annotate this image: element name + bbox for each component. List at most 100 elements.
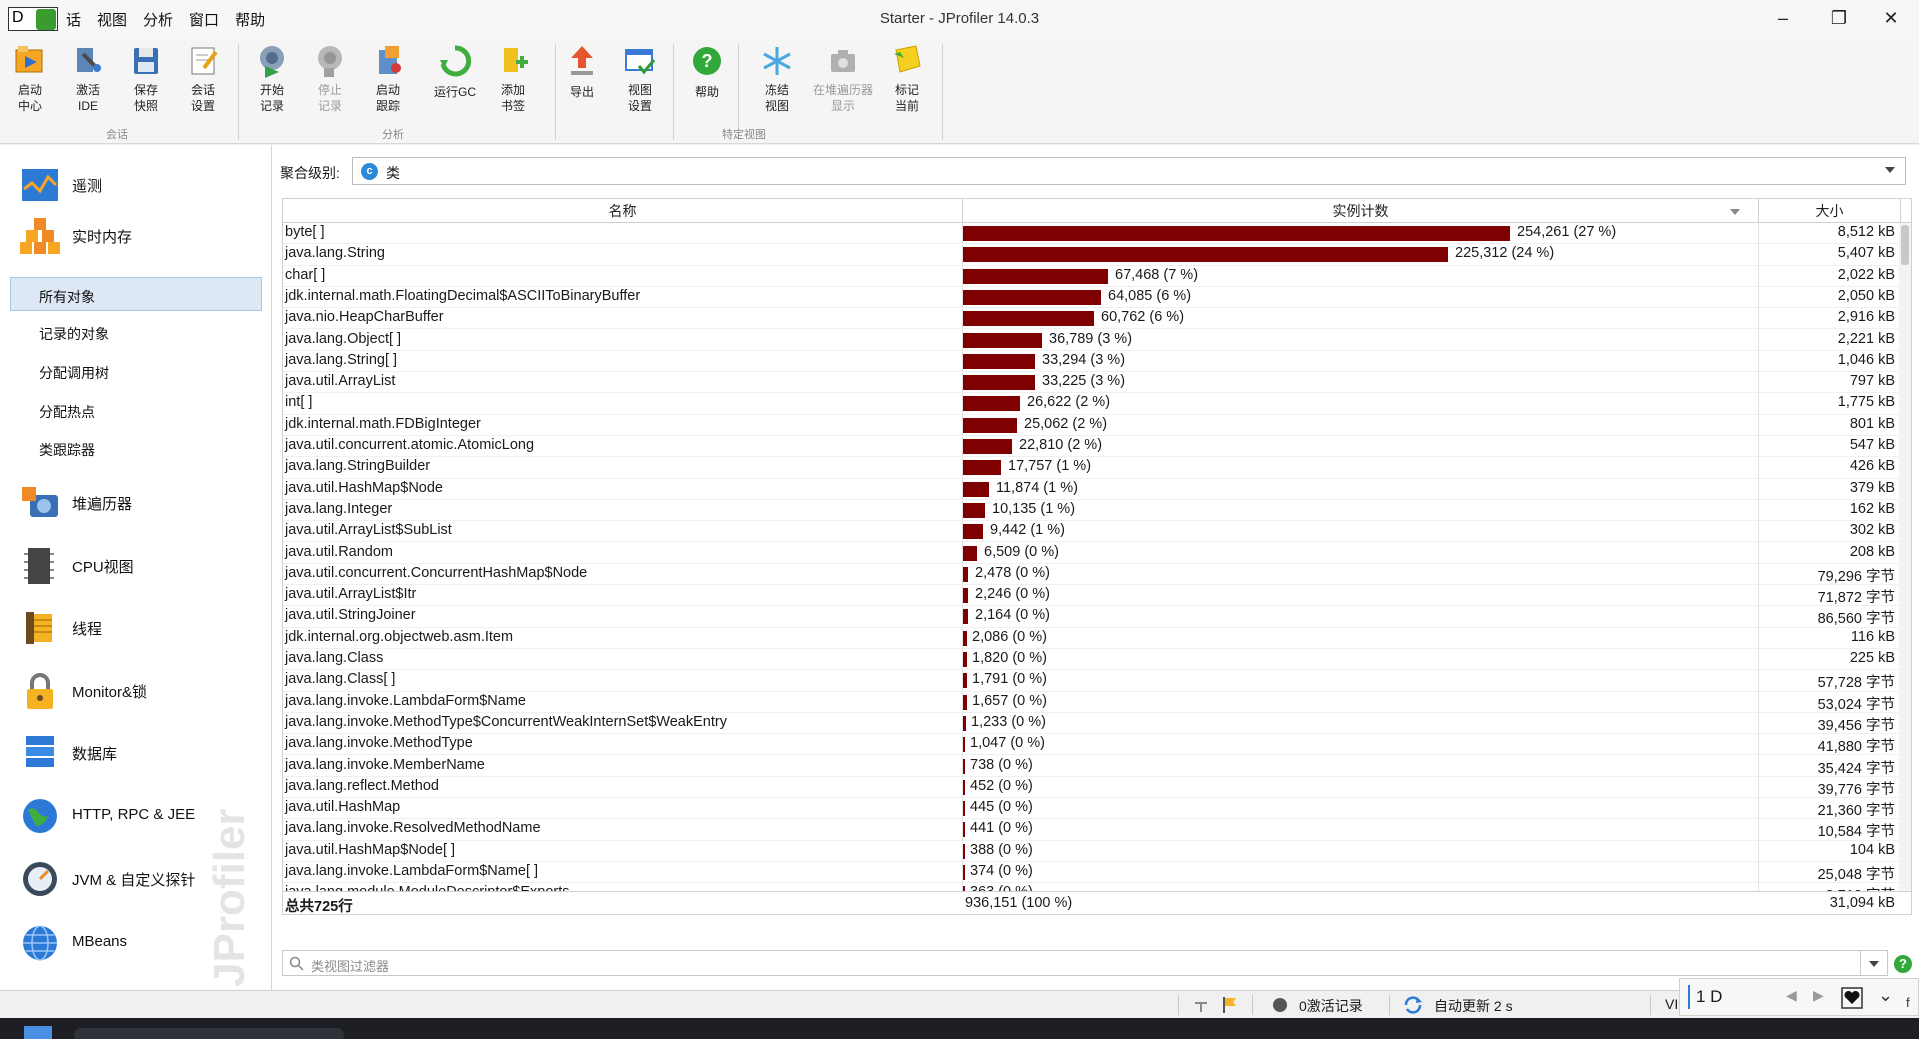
class-name-cell: jdk.internal.math.FloatingDecimal$ASCIIT… [285, 287, 641, 304]
activate-ide-button[interactable]: 激活 IDE [61, 44, 115, 114]
table-row[interactable]: jdk.internal.math.FloatingDecimal$ASCIIT… [283, 287, 1901, 309]
table-row[interactable]: java.util.StringJoiner 2,164 (0 %) 86,560 … [283, 606, 1901, 628]
table-row[interactable]: java.util.HashMap 445 (0 %) 21,360 字节 [283, 798, 1901, 820]
session-settings-button[interactable]: 会话 设置 [176, 44, 230, 114]
run-gc-button[interactable]: 运行GC [428, 44, 482, 100]
sidebar-item-telemetry[interactable]: 遥测 [0, 157, 271, 213]
add-bookmark-button[interactable]: 添加 书签 [486, 44, 540, 114]
scrollbar-thumb[interactable] [1901, 225, 1909, 265]
class-filter-input[interactable]: 类视图过滤器 [282, 950, 1888, 976]
maximize-button[interactable]: ❐ [1811, 0, 1867, 38]
lock-icon [20, 671, 60, 711]
table-row[interactable]: java.lang.invoke.LambdaForm$Name 1,657 (0… [283, 692, 1901, 713]
table-row[interactable]: java.lang.StringBuilder 17,757 (1 %) 426 k… [283, 457, 1901, 479]
column-header-name[interactable]: 名称 [283, 199, 963, 223]
table-row[interactable]: int[ ] 26,622 (2 %) 1,775 kB [283, 393, 1901, 415]
sidebar-item-allocation-hotspots[interactable]: 分配热点 [10, 393, 262, 427]
table-row[interactable]: jdk.internal.org.objectweb.asm.Item 2,086… [283, 628, 1901, 649]
flag-icon[interactable] [1222, 996, 1238, 1014]
table-row[interactable]: java.util.HashMap$Node[ ] 388 (0 %) 104 kB [283, 841, 1901, 862]
table-row[interactable]: java.lang.invoke.MethodType$ConcurrentWe… [283, 713, 1901, 735]
help-button[interactable]: ? 帮助 [680, 44, 734, 100]
chevron-down-icon[interactable]: ⌄ [1878, 985, 1893, 1006]
table-row[interactable]: java.lang.String[ ] 33,294 (3 %) 1,046 kB [283, 351, 1901, 373]
class-name-cell: java.lang.String [285, 245, 385, 262]
pin-icon[interactable] [1193, 997, 1209, 1013]
sidebar-item-live-memory[interactable]: 实时内存 [0, 208, 271, 264]
table-row[interactable]: jdk.internal.math.FDBigInteger 25,062 (2 … [283, 415, 1901, 436]
widget-suffix: f [1906, 995, 1910, 1010]
stop-recording-button[interactable]: 停止 记录 [303, 44, 357, 114]
sidebar-item-all-objects[interactable]: 所有对象 [10, 277, 262, 311]
chevron-left-icon[interactable]: ◀ [1786, 987, 1797, 1004]
group-label-analysis: 分析 [382, 129, 404, 141]
start-center-button[interactable]: 启动 中心 [3, 44, 57, 114]
instance-count-cell: 1,657 (0 %) [972, 692, 1047, 709]
taskbar-search[interactable] [74, 1028, 344, 1039]
table-row[interactable]: java.lang.String 225,312 (24 %) 5,407 kB [283, 244, 1901, 266]
table-row[interactable]: java.lang.invoke.LambdaForm$Name[ ] 374 (… [283, 862, 1901, 884]
sidebar-item-monitors-locks[interactable]: Monitor&锁 [0, 663, 271, 719]
table-row[interactable]: java.util.HashMap$Node 11,874 (1 %) 379 kB [283, 479, 1901, 500]
table-row[interactable]: java.util.concurrent.atomic.AtomicLong 22… [283, 436, 1901, 458]
vertical-scrollbar[interactable] [1899, 223, 1911, 891]
view-settings-button[interactable]: 视图 设置 [613, 44, 667, 114]
size-cell: 379 kB [1849, 479, 1895, 496]
table-row[interactable]: java.util.ArrayList$SubList 9,442 (1 %) 30… [283, 521, 1901, 543]
windows-start-icon[interactable] [24, 1026, 52, 1039]
floating-widget[interactable]: 1 D ◀ ▶ ⌄ f [1679, 978, 1919, 1016]
table-row[interactable]: java.nio.HeapCharBuffer 60,762 (6 %) 2,916… [283, 308, 1901, 330]
freeze-view-button[interactable]: 冻结 视图 [750, 44, 804, 114]
sidebar-item-recorded-objects[interactable]: 记录的对象 [10, 315, 262, 349]
start-recording-icon [255, 44, 289, 78]
table-row[interactable]: java.lang.Class[ ] 1,791 (0 %) 57,728 字节 [283, 670, 1901, 692]
help-icon[interactable]: ? [1894, 955, 1912, 973]
sidebar-item-threads[interactable]: 线程 [0, 600, 271, 656]
chevron-right-icon[interactable]: ▶ [1813, 987, 1824, 1004]
aggregation-level-select[interactable]: c 类 [352, 157, 1906, 185]
column-header-instance-count[interactable]: 实例计数 [963, 199, 1759, 223]
mark-current-button[interactable]: 标记 当前 [880, 44, 934, 114]
column-header-size[interactable]: 大小 [1759, 199, 1901, 223]
class-name-cell: java.lang.invoke.MemberName [285, 756, 485, 773]
table-row[interactable]: java.util.ArrayList$Itr 2,246 (0 %) 71,872… [283, 585, 1901, 607]
table-row[interactable]: java.lang.Class 1,820 (0 %) 225 kB [283, 649, 1901, 671]
table-row[interactable]: java.lang.Object[ ] 36,789 (3 %) 2,221 kB [283, 330, 1901, 351]
auto-update-text[interactable]: 自动更新 2 s [1434, 996, 1513, 1016]
class-name-cell: java.lang.Class [285, 650, 384, 666]
inactive-recordings-text[interactable]: 0激活记录 [1299, 996, 1363, 1016]
table-row[interactable]: java.lang.Integer 10,135 (1 %) 162 kB [283, 500, 1901, 522]
table-row[interactable]: java.util.ArrayList 33,225 (3 %) 797 kB [283, 372, 1901, 394]
instance-count-bar [963, 353, 1035, 369]
table-row[interactable]: java.lang.invoke.MemberName 738 (0 %) 35,4… [283, 756, 1901, 777]
show-in-heap-walker-button[interactable]: 在堆遍历器 显示 [808, 44, 878, 114]
sidebar-item-class-tracker[interactable]: 类跟踪器 [10, 431, 262, 465]
start-recording-button[interactable]: 开始 记录 [245, 44, 299, 114]
size-cell: 426 kB [1849, 458, 1895, 475]
sidebar-item-cpu-views[interactable]: CPU视图 [0, 538, 271, 594]
gc-icon [438, 44, 472, 78]
table-row[interactable]: java.lang.module.ModuleDescriptor$Export… [283, 883, 1901, 891]
table-row[interactable]: java.util.concurrent.ConcurrentHashMap$N… [283, 564, 1901, 586]
minimize-button[interactable]: – [1755, 0, 1811, 38]
telemetry-icon [20, 165, 60, 205]
table-row[interactable]: java.lang.invoke.ResolvedMethodName 441 (… [283, 819, 1901, 841]
table-row[interactable]: char[ ] 67,468 (7 %) 2,022 kB [283, 266, 1901, 287]
auto-update-icon[interactable] [1402, 995, 1424, 1015]
heart-icon[interactable] [1841, 987, 1863, 1009]
table-row[interactable]: java.lang.reflect.Method 452 (0 %) 39,776 … [283, 777, 1901, 799]
sidebar-item-allocation-call-tree[interactable]: 分配调用树 [10, 354, 262, 388]
class-name-cell: jdk.internal.math.FDBigInteger [285, 415, 481, 432]
start-tracking-button[interactable]: 启动 跟踪 [361, 44, 415, 114]
filter-dropdown-button[interactable] [1860, 950, 1888, 976]
close-button[interactable]: ✕ [1863, 0, 1919, 38]
size-cell: 35,424 字节 [1817, 760, 1895, 777]
table-row[interactable]: java.lang.invoke.MethodType 1,047 (0 %) 41… [283, 734, 1901, 756]
run-gc-label: 运行GC [433, 85, 476, 99]
table-row[interactable]: byte[ ] 254,261 (27 %) 8,512 kB [283, 223, 1901, 245]
export-button[interactable]: 导出 [555, 44, 609, 100]
ribbon-toolbar: 启动 中心 激活 IDE 保存 快照 会话 设置 开始 记录 停止 记录 启动 … [0, 38, 1919, 144]
sidebar-item-heap-walker[interactable]: 堆遍历器 [0, 475, 271, 531]
save-snapshot-button[interactable]: 保存 快照 [119, 44, 173, 114]
table-row[interactable]: java.util.Random 6,509 (0 %) 208 kB [283, 543, 1901, 564]
